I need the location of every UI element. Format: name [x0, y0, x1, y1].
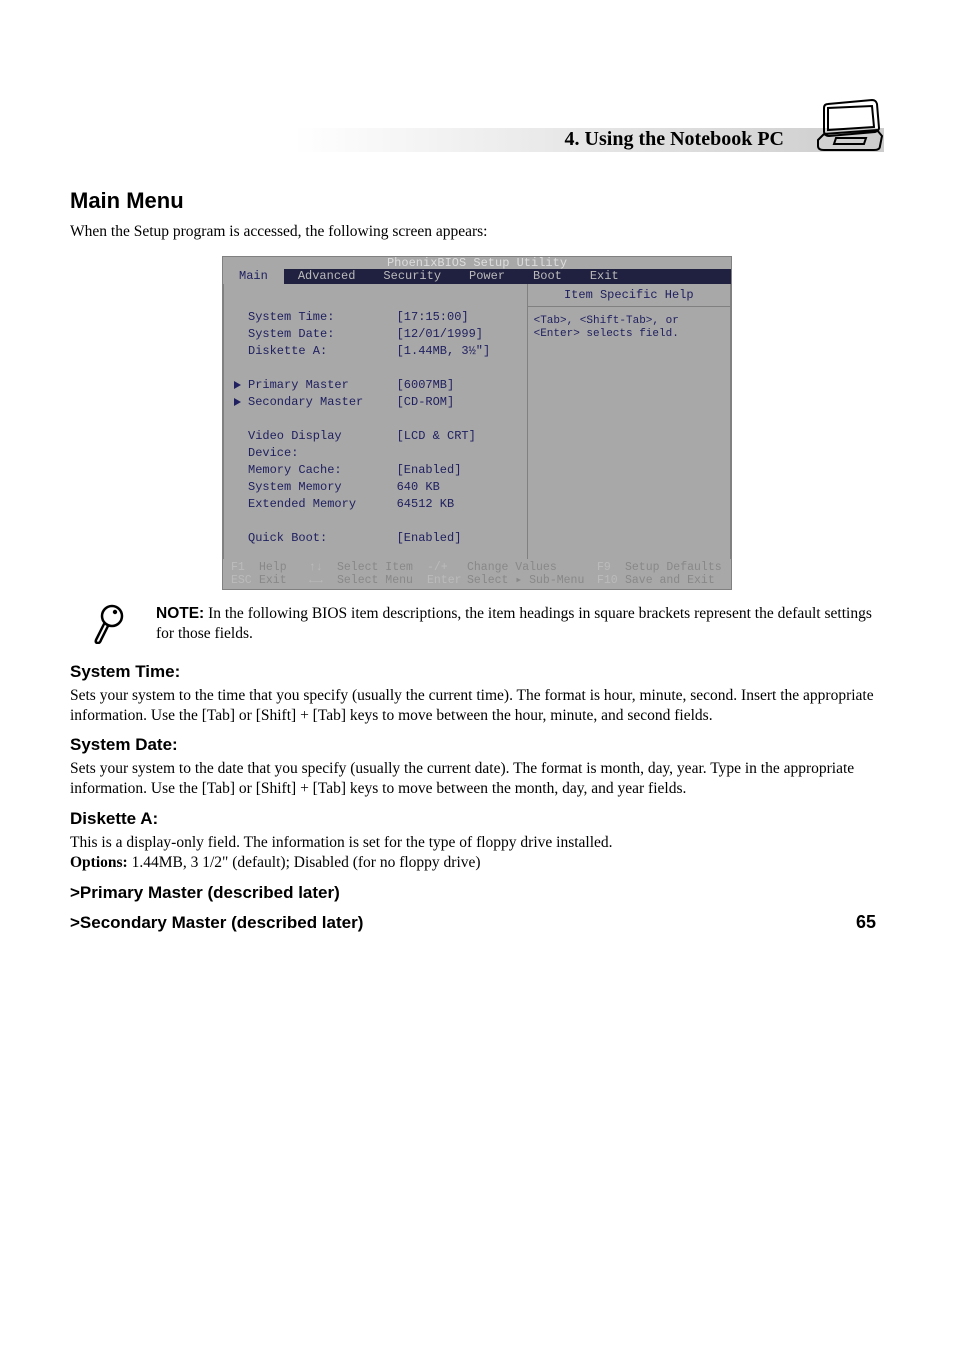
bios-right-pane: Item Specific Help <Tab>, <Shift-Tab>, o…: [528, 284, 730, 559]
item-heading: System Time:: [70, 662, 884, 682]
item-options: Options: 1.44MB, 3 1/2" (default); Disab…: [70, 853, 884, 873]
bios-tabs: Main Advanced Security Power Boot Exit: [223, 269, 731, 284]
bios-row: System Date:[12/01/1999]: [228, 326, 523, 343]
bios-utility-title: PhoenixBIOS Setup Utility: [223, 257, 731, 269]
page-number: 65: [856, 912, 876, 933]
tab-security[interactable]: Security: [369, 269, 455, 284]
bios-row: Diskette A:[1.44MB, 3½"]: [228, 343, 523, 360]
chapter-title: 4. Using the Notebook PC: [565, 128, 784, 151]
magnifying-glass-icon: [94, 604, 126, 644]
item-text: Sets your system to the time that you sp…: [70, 686, 884, 726]
triangle-right-icon: [232, 380, 242, 390]
triangle-right-icon: [232, 397, 242, 407]
bios-submenu[interactable]: Primary Master[6007MB]: [228, 377, 523, 394]
laptop-icon: [814, 98, 884, 154]
bios-row: Extended Memory64512 KB: [228, 496, 523, 513]
tab-boot[interactable]: Boot: [519, 269, 576, 284]
item-heading: >Secondary Master (described later): [70, 913, 884, 933]
tab-advanced[interactable]: Advanced: [284, 269, 370, 284]
item-heading: >Primary Master (described later): [70, 883, 884, 903]
bios-row: System Time:[17:15:00]: [228, 309, 523, 326]
bios-row: Video Display Device:[LCD & CRT]: [228, 428, 523, 462]
intro-text: When the Setup program is accessed, the …: [70, 222, 884, 242]
note-text: NOTE: In the following BIOS item descrip…: [156, 604, 884, 644]
tab-power[interactable]: Power: [455, 269, 519, 284]
item-text: This is a display-only field. The inform…: [70, 833, 884, 853]
bios-help-title: Item Specific Help: [528, 284, 730, 307]
bios-row: System Memory640 KB: [228, 479, 523, 496]
item-heading: System Date:: [70, 735, 884, 755]
bios-row: Memory Cache:[Enabled]: [228, 462, 523, 479]
bios-submenu[interactable]: Secondary Master[CD-ROM]: [228, 394, 523, 411]
item-heading: Diskette A:: [70, 809, 884, 829]
tab-exit[interactable]: Exit: [576, 269, 633, 284]
bios-row: Quick Boot:[Enabled]: [228, 530, 523, 547]
bios-help-body: <Tab>, <Shift-Tab>, or <Enter> selects f…: [528, 307, 730, 559]
bios-screenshot: PhoenixBIOS Setup Utility Main Advanced …: [70, 256, 884, 590]
note-block: NOTE: In the following BIOS item descrip…: [94, 604, 884, 644]
item-text: Sets your system to the date that you sp…: [70, 759, 884, 799]
main-menu-heading: Main Menu: [70, 188, 884, 214]
bios-footer: F1Help ↑↓Select Item -/+Change Values F9…: [223, 559, 731, 589]
tab-main[interactable]: Main: [223, 269, 284, 284]
bios-left-pane: System Time:[17:15:00] System Date:[12/0…: [224, 284, 528, 559]
